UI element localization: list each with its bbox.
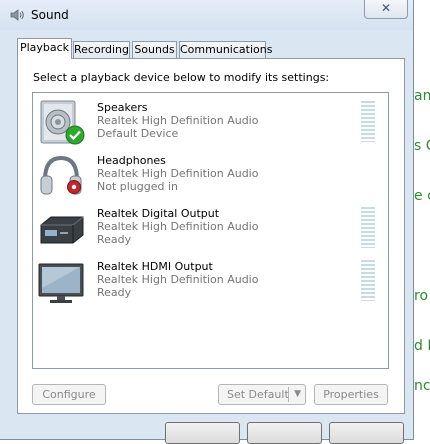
unplugged-icon — [67, 180, 81, 194]
window-title: Sound — [31, 8, 69, 22]
close-button[interactable]: ✕ — [364, 0, 408, 19]
ok-button[interactable] — [165, 422, 240, 444]
hdmi-monitor-icon — [37, 258, 85, 306]
close-icon: ✕ — [380, 1, 392, 15]
chevron-down-icon[interactable]: ▼ — [294, 385, 301, 404]
background-text: nc — [414, 378, 430, 394]
background-text: s C — [414, 138, 430, 154]
background-text: e c — [414, 188, 430, 204]
device-driver: Realtek High Definition Audio — [97, 273, 259, 286]
configure-label: Configure — [42, 388, 96, 401]
device-status: Default Device — [97, 127, 179, 140]
cancel-button[interactable] — [247, 422, 322, 444]
sound-speaker-icon — [9, 7, 25, 23]
sound-dialog: Sound ✕ Playback Recording Sounds Commun… — [0, 0, 414, 444]
device-driver: Realtek High Definition Audio — [97, 167, 259, 180]
device-status: Ready — [97, 233, 132, 246]
device-name: Realtek HDMI Output — [97, 260, 213, 273]
device-status: Not plugged in — [97, 180, 179, 193]
split-divider — [288, 387, 289, 402]
device-list[interactable]: Speakers Realtek High Definition Audio D… — [32, 92, 389, 369]
background-text: an — [414, 88, 430, 104]
tab-label: Sounds — [134, 43, 175, 56]
device-item-headphones[interactable]: Headphones Realtek High Definition Audio… — [33, 150, 388, 203]
tab-playback[interactable]: Playback — [17, 38, 72, 59]
set-default-button[interactable]: Set Default ▼ — [218, 384, 306, 405]
set-default-label: Set Default — [227, 388, 289, 401]
properties-button[interactable]: Properties — [314, 384, 388, 405]
headphones-icon — [37, 152, 85, 200]
tab-label: Playback — [19, 41, 70, 54]
device-driver: Realtek High Definition Audio — [97, 114, 259, 127]
device-name: Headphones — [97, 154, 166, 167]
volume-level-meter — [361, 207, 375, 248]
device-status: Ready — [97, 286, 132, 299]
speaker-icon — [37, 99, 85, 147]
tab-label: Communications — [180, 43, 273, 56]
configure-button[interactable]: Configure — [32, 384, 106, 405]
device-item-speakers[interactable]: Speakers Realtek High Definition Audio D… — [33, 97, 388, 150]
digital-output-icon — [37, 205, 85, 253]
title-bar[interactable]: Sound ✕ — [0, 0, 413, 30]
apply-button[interactable] — [329, 422, 404, 444]
tab-sounds[interactable]: Sounds — [132, 41, 177, 58]
background-text: ro — [414, 288, 429, 304]
properties-label: Properties — [323, 388, 379, 401]
volume-level-meter — [361, 260, 375, 301]
volume-level-meter — [361, 101, 375, 142]
device-item-digital-output[interactable]: Realtek Digital Output Realtek High Defi… — [33, 203, 388, 256]
device-item-hdmi-output[interactable]: Realtek HDMI Output Realtek High Definit… — [33, 256, 388, 309]
tab-label: Recording — [74, 43, 130, 56]
playback-panel: Select a playback device below to modify… — [17, 58, 405, 414]
device-driver: Realtek High Definition Audio — [97, 220, 259, 233]
instruction-text: Select a playback device below to modify… — [33, 71, 330, 84]
device-name: Speakers — [97, 101, 148, 114]
default-check-icon — [65, 125, 85, 145]
device-name: Realtek Digital Output — [97, 207, 220, 220]
background-text: d F — [414, 338, 430, 354]
tab-recording[interactable]: Recording — [73, 41, 130, 58]
tab-communications[interactable]: Communications — [179, 41, 272, 58]
